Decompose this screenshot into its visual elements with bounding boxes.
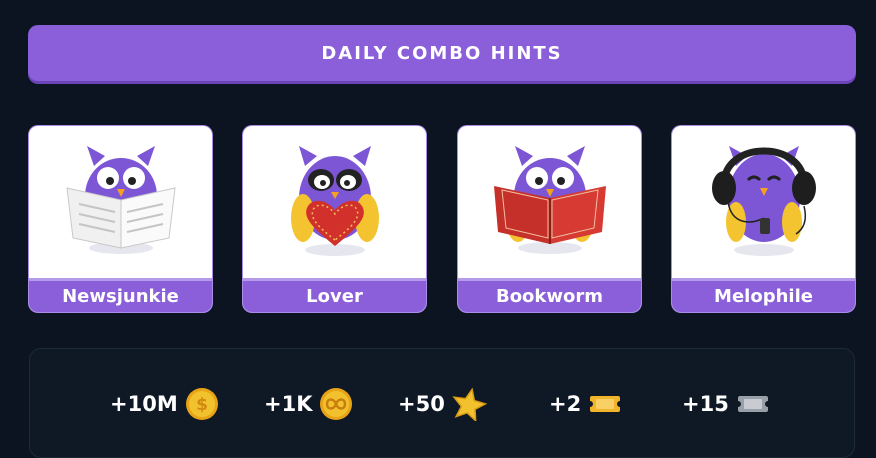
reward-stars: +50 [398, 387, 487, 421]
owl-reading-book-icon [494, 146, 606, 254]
combo-card-lover[interactable]: Lover [243, 126, 426, 312]
svg-text:$: $ [196, 395, 208, 415]
silver-ticket-icon [734, 396, 771, 412]
combo-card-bookworm[interactable]: Bookworm [458, 126, 641, 312]
reward-value: +1K [264, 392, 313, 416]
infinity-coin-icon [320, 388, 353, 420]
combo-card-melophile[interactable]: Melophile [672, 126, 855, 312]
card-label: Newsjunkie [29, 278, 212, 312]
gold-ticket-icon [587, 396, 624, 412]
owl-reading-newspaper-icon [66, 146, 176, 254]
combo-card-newsjunkie[interactable]: Newsjunkie [29, 126, 212, 312]
star-icon [452, 387, 487, 421]
reward-value: +15 [682, 392, 729, 416]
reward-silver-tickets: +15 [682, 387, 771, 421]
card-label: Lover [243, 278, 426, 312]
owl-holding-heart-icon [291, 146, 379, 256]
reward-value: +50 [398, 392, 445, 416]
reward-coins: +10M $ [110, 387, 220, 421]
reward-value: +10M [110, 392, 178, 416]
reward-gold-tickets: +2 [549, 387, 624, 421]
dollar-coin-icon: $ [185, 388, 218, 420]
card-label: Bookworm [458, 278, 641, 312]
reward-infinity: +1K [264, 387, 354, 421]
daily-combo-banner: DAILY COMBO HINTS [28, 25, 856, 81]
owl-headphones-icon [712, 146, 816, 256]
banner-title: DAILY COMBO HINTS [321, 42, 563, 64]
rewards-panel: +10M $ +1K +50 +2 +15 [29, 348, 855, 458]
card-label: Melophile [672, 278, 855, 312]
reward-value: +2 [549, 392, 582, 416]
